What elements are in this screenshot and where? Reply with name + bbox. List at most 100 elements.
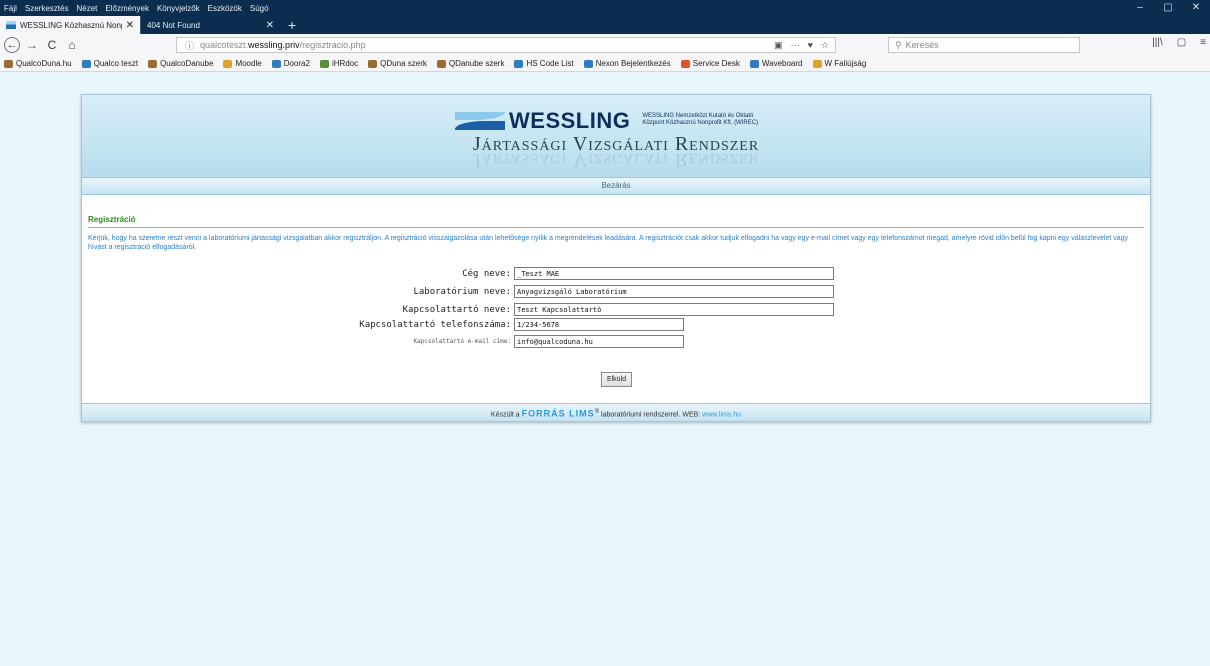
- forras-lims-brand: FORRÁS LIMS: [521, 408, 595, 419]
- minimize-icon[interactable]: –: [1126, 0, 1154, 16]
- bookmark-item[interactable]: Nexon Bejelentkezés: [580, 59, 671, 68]
- url-actions: ▣ ··· ♥ ☆: [774, 38, 829, 52]
- menu-history[interactable]: Előzmények: [101, 4, 153, 13]
- tab-404[interactable]: 404 Not Found ✕: [140, 16, 280, 34]
- library-icon[interactable]: |||\: [1152, 37, 1163, 48]
- bookmark-label: QualcoDuna.hu: [16, 59, 72, 68]
- search-input[interactable]: ⚲ Keresés: [888, 37, 1080, 53]
- bookmark-favicon-icon: [583, 59, 593, 68]
- menu-file[interactable]: Fájl: [0, 4, 21, 13]
- company-row: Cég neve:: [284, 267, 834, 280]
- registration-section: Regisztráció Kérjük, hogy ha szeretne ré…: [88, 215, 1144, 252]
- hamburger-menu-icon[interactable]: ≡: [1200, 37, 1206, 48]
- tab-bar: WESSLING Közhasznú Nonprofi ✕ 404 Not Fo…: [0, 16, 1210, 34]
- system-title-reflection: Jártassági Vizsgálati Rendszer: [472, 151, 760, 171]
- menu-help[interactable]: Súgó: [246, 4, 273, 13]
- bookmark-item[interactable]: QDanube szerk: [433, 59, 505, 68]
- menu-tools[interactable]: Eszközök: [204, 4, 246, 13]
- bookmark-item[interactable]: QDuna szerk: [364, 59, 427, 68]
- company-field[interactable]: [514, 267, 834, 280]
- contact-label: Kapcsolattartó neve:: [402, 304, 511, 315]
- bookmark-favicon-icon: [812, 59, 822, 68]
- url-bar[interactable]: ⓘ qualcoteszt. wessling.priv/regisztracio…: [176, 37, 836, 53]
- bookmark-label: Moodle: [235, 59, 262, 68]
- logo-subtitle-line-1: WESSLING Nemzetközi Kutató és Oktató: [642, 113, 754, 119]
- email-label: Kapcsolattartó e-mail címe:: [413, 338, 511, 345]
- close-link[interactable]: Bezárás: [82, 177, 1150, 195]
- bookmark-star-icon[interactable]: ☆: [821, 40, 829, 51]
- tab-close-icon[interactable]: ✕: [126, 20, 134, 31]
- maximize-icon[interactable]: ▢: [1154, 0, 1182, 16]
- phone-label: Kapcsolattartó telefonszáma:: [359, 319, 511, 330]
- reader-view-icon[interactable]: ▣: [774, 40, 783, 51]
- lims-web-link[interactable]: www.lims.hu: [702, 411, 741, 418]
- bookmark-label: QualcoDanube: [160, 59, 214, 68]
- window-controls: – ▢ ✕: [1126, 0, 1210, 16]
- bookmark-favicon-icon: [81, 59, 91, 68]
- bookmark-favicon-icon: [368, 59, 378, 68]
- bookmark-item[interactable]: HS Code List: [510, 59, 574, 68]
- intro-text: Kérjük, hogy ha szeretne részt venni a l…: [88, 235, 1129, 251]
- logo-subtitle-line-2: Központ Közhasznú Nonprofit Kft. (WIREC): [642, 120, 759, 126]
- bookmark-favicon-icon: [271, 59, 281, 68]
- wessling-logo: WESSLING WESSLING Nemzetközi Kutató és O…: [455, 108, 758, 134]
- wessling-logo-icon: [455, 112, 505, 130]
- lab-field[interactable]: [514, 285, 834, 298]
- bookmark-item[interactable]: iHRdoc: [316, 59, 358, 68]
- search-icon: ⚲: [895, 39, 902, 50]
- menu-view[interactable]: Nézet: [72, 4, 101, 13]
- footer: Készült a FORRÁS LIMS® laboratóriumi ren…: [82, 403, 1150, 421]
- bookmark-label: iHRdoc: [331, 59, 359, 68]
- search-placeholder: Keresés: [905, 40, 939, 50]
- footer-prefix: Készült a: [490, 411, 522, 419]
- info-icon[interactable]: ⓘ: [185, 39, 194, 52]
- bookmark-item[interactable]: Qualco teszt: [78, 59, 138, 68]
- url-host: wessling.priv: [248, 40, 300, 50]
- tab-wessling[interactable]: WESSLING Közhasznú Nonprofi ✕: [0, 16, 140, 34]
- bookmark-label: W Faliújság: [824, 59, 867, 68]
- navigation-bar: ← → C ⌂ ⓘ qualcoteszt. wessling.priv/regi…: [0, 34, 1210, 56]
- bookmark-item[interactable]: Waveboard: [746, 59, 803, 68]
- bookmark-favicon-icon: [148, 59, 158, 68]
- back-icon[interactable]: ←: [4, 37, 20, 53]
- bookmark-item[interactable]: Service Desk: [677, 59, 740, 68]
- bookmark-favicon-icon: [680, 59, 690, 68]
- close-window-icon[interactable]: ✕: [1182, 0, 1210, 16]
- footer-middle: laboratóriumi rendszerrel. WEB:: [599, 411, 703, 419]
- bookmark-item[interactable]: W Faliújság: [809, 59, 867, 68]
- bookmark-favicon-icon: [319, 59, 329, 68]
- bookmark-item[interactable]: QualcoDuna.hu: [0, 59, 72, 68]
- menu-bookmarks[interactable]: Könyvjelzők: [153, 4, 204, 13]
- bookmark-favicon-icon: [514, 59, 524, 68]
- bookmark-favicon-icon: [749, 59, 759, 68]
- bookmark-item[interactable]: Doora2: [268, 59, 310, 68]
- sidebar-icon[interactable]: ▢: [1177, 37, 1186, 48]
- bookmark-label: Nexon Bejelentkezés: [595, 59, 671, 68]
- bookmark-label: QDanube szerk: [448, 59, 505, 68]
- section-title: Regisztráció: [88, 215, 1144, 228]
- page-actions-icon[interactable]: ···: [791, 40, 800, 50]
- bookmark-label: Service Desk: [692, 59, 740, 68]
- menu-edit[interactable]: Szerkesztés: [21, 4, 73, 13]
- bookmark-favicon-icon: [223, 59, 233, 68]
- submit-button[interactable]: Elküld: [601, 372, 632, 387]
- bookmark-favicon-icon: [4, 59, 13, 68]
- logo-subtitle: WESSLING Nemzetközi Kutató és Oktató Köz…: [642, 113, 758, 127]
- bookmark-item[interactable]: Moodle: [219, 59, 262, 68]
- tab-close-icon[interactable]: ✕: [266, 20, 274, 31]
- email-field[interactable]: [514, 335, 684, 348]
- tab-label: WESSLING Közhasznú Nonprofi: [20, 20, 122, 30]
- tab-label: 404 Not Found: [147, 20, 200, 30]
- home-icon[interactable]: ⌂: [64, 37, 80, 53]
- header-banner: WESSLING WESSLING Nemzetközi Kutató és O…: [82, 95, 1150, 177]
- reload-icon[interactable]: C: [44, 37, 60, 53]
- new-tab-icon[interactable]: +: [280, 16, 304, 34]
- phone-field[interactable]: [514, 318, 684, 331]
- pocket-icon[interactable]: ♥: [808, 40, 813, 50]
- bookmark-item[interactable]: QualcoDanube: [144, 59, 213, 68]
- contact-name-field[interactable]: [514, 303, 834, 316]
- bookmark-favicon-icon: [436, 59, 446, 68]
- email-row: Kapcsolattartó e-mail címe:: [284, 335, 684, 348]
- forward-icon[interactable]: →: [24, 37, 40, 53]
- bookmark-label: Qualco teszt: [93, 59, 139, 68]
